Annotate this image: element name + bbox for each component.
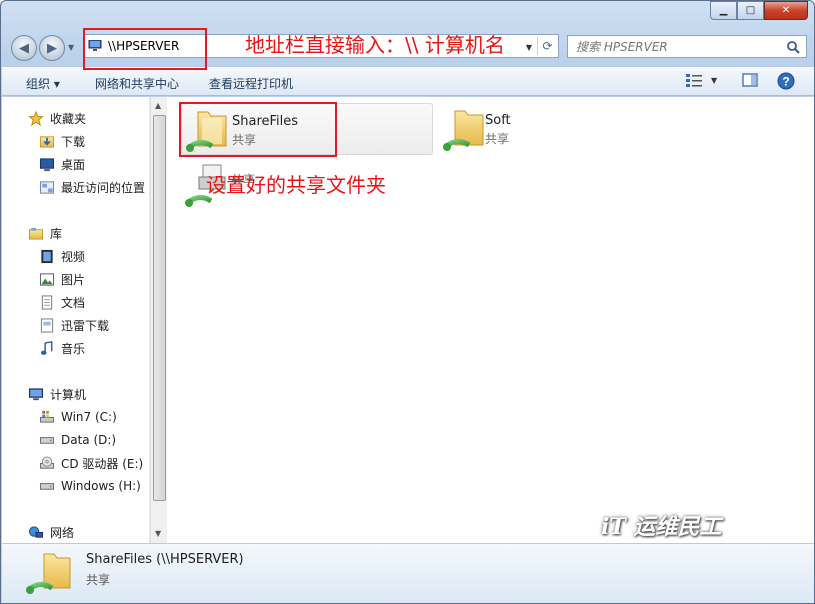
nav-item-label: CD 驱动器 (E:) xyxy=(61,457,144,471)
details-pane: ShareFiles (\\HPSERVER) 共享 xyxy=(2,543,814,603)
organize-button[interactable]: 组织 ▾ xyxy=(26,75,60,92)
nav-libraries[interactable]: 库 xyxy=(28,225,62,242)
hard-drive-icon xyxy=(39,483,55,490)
nav-item-label: Windows (H:) xyxy=(61,478,141,493)
content-area: 收藏夹 下载 桌面 最近访问的位置 库 视频 图片 文档 迅雷下载 音乐 计算机… xyxy=(2,97,814,543)
watermark: iT 运维民工 xyxy=(601,514,722,540)
scroll-thumb[interactable] xyxy=(153,115,166,501)
nav-computer-label: 计算机 xyxy=(50,388,87,402)
forward-arrow-icon: ▶ xyxy=(47,40,57,56)
nav-item-label: 下载 xyxy=(61,135,86,149)
share-name: Soft xyxy=(485,113,511,128)
nav-computer[interactable]: 计算机 xyxy=(28,386,86,403)
command-bar: 组织 ▾ 网络和共享中心 查看远程打印机 ▼ ? xyxy=(2,66,814,96)
explorer-window: ▁ □ ✕ ◀ ▶ ▼ \\HPSERVER ▼ ⟳ 组织 ▾ 网络和共享中心 … xyxy=(0,0,815,604)
recent-pages-chevron-icon[interactable]: ▼ xyxy=(68,43,74,52)
details-name: ShareFiles (\\HPSERVER) xyxy=(86,552,244,567)
cd-drive-icon xyxy=(39,456,55,469)
search-input[interactable] xyxy=(576,39,781,54)
nav-item-xunlei-downloads[interactable]: 迅雷下载 xyxy=(39,317,109,334)
address-dropdown-icon[interactable]: ▼ xyxy=(526,43,532,52)
nav-item-pictures[interactable]: 图片 xyxy=(39,271,85,288)
help-icon: ? xyxy=(777,72,795,90)
preview-pane-icon xyxy=(742,73,758,87)
view-list-icon[interactable] xyxy=(685,72,703,88)
nav-item-documents[interactable]: 文档 xyxy=(39,294,85,311)
pictures-library-icon xyxy=(39,273,55,286)
nav-favorites-label: 收藏夹 xyxy=(50,112,87,126)
nav-item-drive-e[interactable]: CD 驱动器 (E:) xyxy=(39,455,143,472)
nav-item-label: 图片 xyxy=(61,273,86,287)
xunlei-downloads-icon xyxy=(40,318,54,333)
back-arrow-icon: ◀ xyxy=(19,40,29,56)
close-button[interactable]: ✕ xyxy=(764,1,808,20)
network-icon xyxy=(28,526,44,538)
view-remote-printers-button[interactable]: 查看远程打印机 xyxy=(209,75,293,92)
shared-folder-icon xyxy=(26,553,71,594)
shared-folder-icon xyxy=(443,110,484,151)
nav-item-recent-places[interactable]: 最近访问的位置 xyxy=(39,179,145,196)
nav-item-label: 视频 xyxy=(61,250,86,264)
nav-item-label: 音乐 xyxy=(61,342,86,356)
nav-item-label: 迅雷下载 xyxy=(61,319,110,333)
library-icon xyxy=(28,227,44,240)
nav-libraries-label: 库 xyxy=(50,227,63,241)
star-icon xyxy=(28,111,44,126)
hard-drive-icon xyxy=(39,437,55,444)
address-annotation: 地址栏直接输入：\\ 计算机名 xyxy=(245,33,505,57)
documents-library-icon xyxy=(41,295,53,310)
nav-item-drive-h[interactable]: Windows (H:) xyxy=(39,478,141,493)
view-options[interactable]: ▼ xyxy=(685,72,717,88)
nav-item-label: 文档 xyxy=(61,296,86,310)
scroll-down-icon[interactable]: ▼ xyxy=(155,529,161,538)
share-type: 共享 xyxy=(485,132,510,146)
forward-button[interactable]: ▶ xyxy=(39,35,65,61)
nav-item-music[interactable]: 音乐 xyxy=(39,340,85,357)
downloads-folder-icon xyxy=(39,136,55,148)
system-drive-icon xyxy=(39,410,55,423)
nav-item-videos[interactable]: 视频 xyxy=(39,248,85,265)
nav-item-desktop[interactable]: 桌面 xyxy=(39,156,85,173)
maximize-button[interactable]: □ xyxy=(737,1,764,20)
scroll-up-icon[interactable]: ▲ xyxy=(155,101,161,110)
nav-favorites[interactable]: 收藏夹 xyxy=(28,110,86,127)
search-box[interactable] xyxy=(567,35,807,58)
nav-scrollbar[interactable]: ▲ ▼ xyxy=(150,97,167,543)
title-bar: ▁ □ ✕ xyxy=(1,1,814,29)
nav-network[interactable]: 网络 xyxy=(28,524,74,541)
back-button[interactable]: ◀ xyxy=(11,35,37,61)
nav-item-label: 桌面 xyxy=(61,158,86,172)
nav-item-label: Win7 (C:) xyxy=(61,409,117,424)
minimize-button[interactable]: ▁ xyxy=(710,1,737,20)
nav-item-drive-c[interactable]: Win7 (C:) xyxy=(39,409,117,424)
nav-item-label: 最近访问的位置 xyxy=(61,181,146,195)
window-controls: ▁ □ ✕ xyxy=(710,1,808,20)
desktop-icon xyxy=(39,158,55,172)
refresh-icon: ⟳ xyxy=(542,39,553,53)
help-button[interactable]: ? xyxy=(777,72,795,90)
svg-text:?: ? xyxy=(782,75,789,89)
share-tile[interactable]: Soft 共享 xyxy=(435,103,687,155)
address-highlight-box xyxy=(83,28,207,70)
network-sharing-center-button[interactable]: 网络和共享中心 xyxy=(95,75,179,92)
recent-places-icon xyxy=(39,181,55,194)
refresh-button[interactable]: ⟳ xyxy=(537,37,557,55)
shared-folder-annotation: 设置好的共享文件夹 xyxy=(206,173,386,197)
share-highlight-box xyxy=(179,102,337,157)
nav-network-label: 网络 xyxy=(50,526,75,540)
details-type: 共享 xyxy=(86,573,111,587)
preview-pane-button[interactable] xyxy=(742,72,758,88)
nav-item-drive-d[interactable]: Data (D:) xyxy=(39,432,116,447)
navigation-pane: 收藏夹 下载 桌面 最近访问的位置 库 视频 图片 文档 迅雷下载 音乐 计算机… xyxy=(2,97,150,543)
nav-item-label: Data (D:) xyxy=(61,432,117,447)
search-icon[interactable] xyxy=(786,40,800,54)
video-library-icon xyxy=(41,249,53,264)
nav-item-downloads[interactable]: 下载 xyxy=(39,133,85,150)
computer-icon xyxy=(28,388,44,401)
music-note-icon xyxy=(40,341,53,355)
view-dropdown-icon[interactable]: ▼ xyxy=(711,76,717,85)
